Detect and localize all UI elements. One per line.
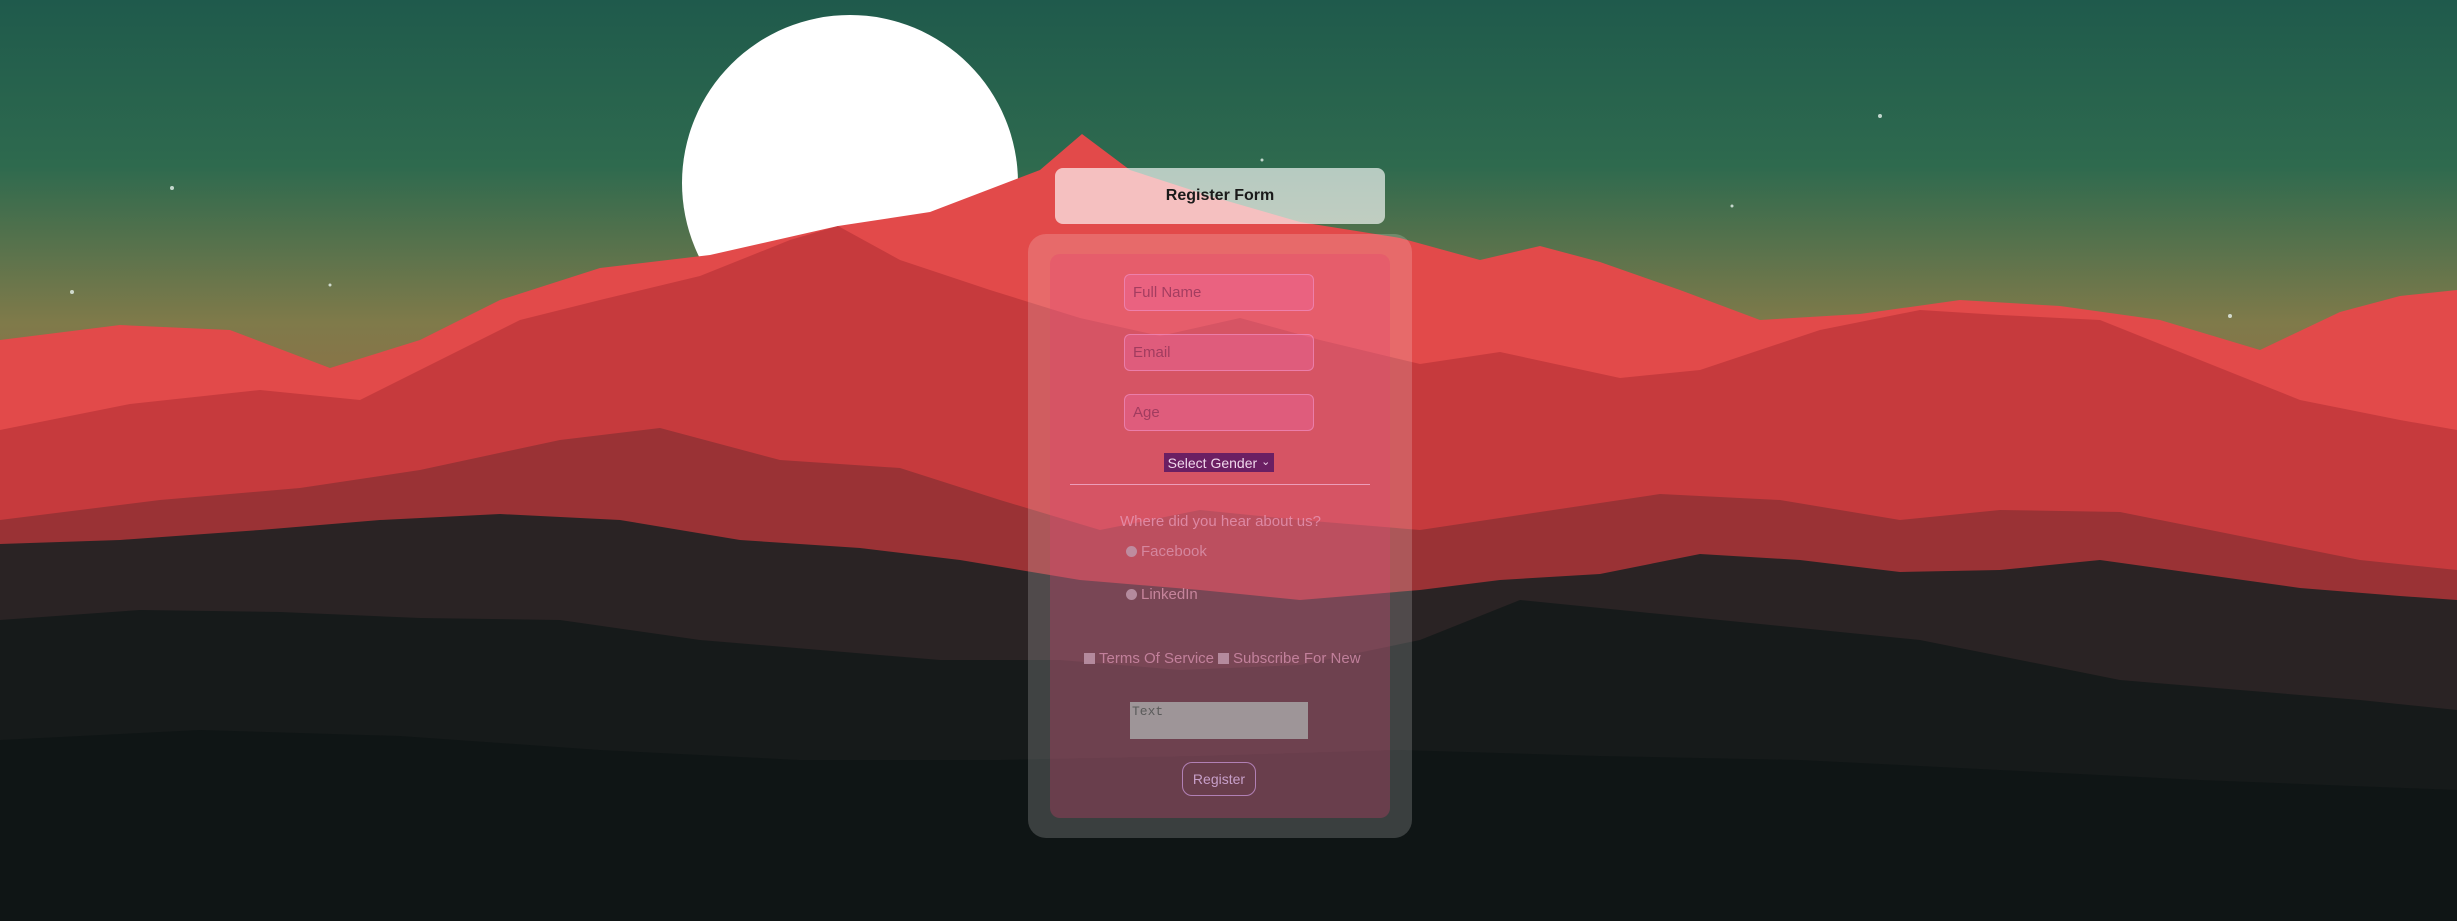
radio-option-facebook[interactable]: Facebook: [1126, 543, 1207, 560]
comments-textarea[interactable]: [1130, 702, 1308, 739]
gender-select-value: Select Gender: [1167, 454, 1258, 471]
form-divider: [1070, 484, 1370, 485]
radio-label: Facebook: [1141, 543, 1207, 560]
register-form-header: Register Form: [1055, 168, 1385, 224]
checkbox[interactable]: [1084, 653, 1095, 664]
checkbox-label: Terms Of Service: [1099, 650, 1215, 667]
checkbox-terms[interactable]: Terms Of Service: [1084, 650, 1214, 667]
email-input[interactable]: [1124, 334, 1314, 371]
radio-label: LinkedIn: [1141, 586, 1198, 603]
checkbox-subscribe[interactable]: Subscribe For New: [1218, 650, 1361, 667]
radio-button[interactable]: [1126, 546, 1137, 557]
radio-button[interactable]: [1126, 589, 1137, 600]
checkbox-label: Subscribe For New: [1233, 650, 1361, 667]
source-question-label: Where did you hear about us?: [1120, 513, 1321, 530]
radio-option-linkedin[interactable]: LinkedIn: [1126, 586, 1198, 603]
full-name-input[interactable]: [1124, 274, 1314, 311]
gender-select[interactable]: Select Gender ⌄: [1164, 453, 1274, 472]
checkbox[interactable]: [1218, 653, 1229, 664]
register-button[interactable]: Register: [1182, 762, 1256, 796]
chevron-down-icon: ⌄: [1261, 456, 1271, 468]
page-title: Register Form: [1165, 187, 1275, 204]
age-input[interactable]: [1124, 394, 1314, 431]
